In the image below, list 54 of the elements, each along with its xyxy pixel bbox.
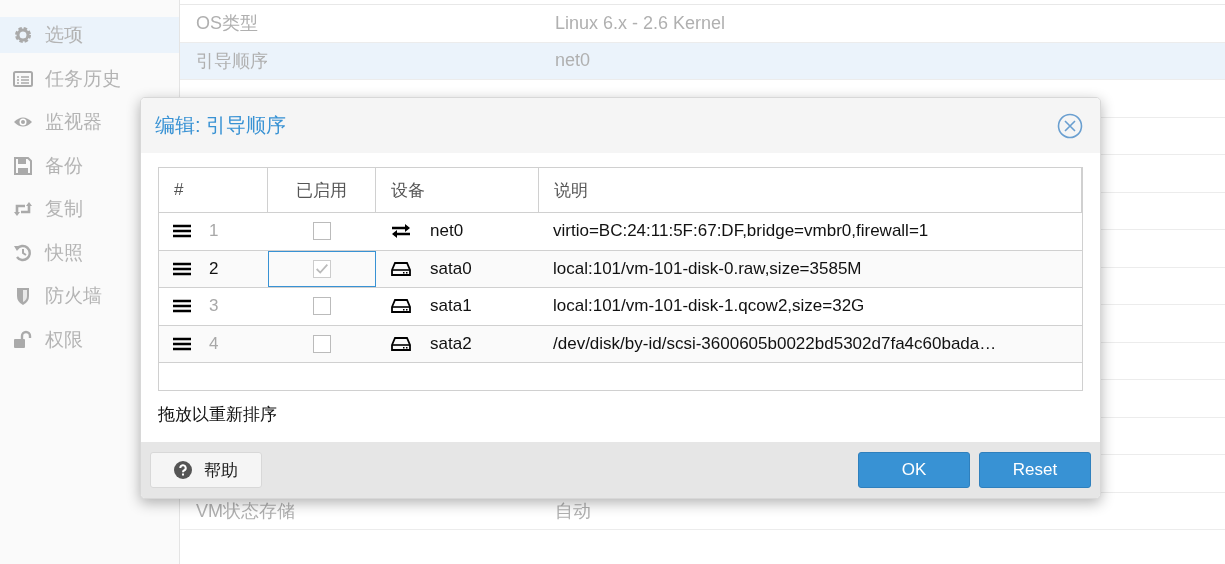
ok-button[interactable]: OK	[858, 452, 970, 488]
hard-drive-icon	[390, 298, 412, 315]
list-icon	[13, 68, 33, 89]
drag-handle-icon[interactable]	[173, 261, 191, 276]
column-header[interactable]: 已启用	[268, 168, 376, 212]
column-header[interactable]: 说明	[539, 168, 1082, 212]
dialog-title: 编辑: 引导顺序	[155, 113, 287, 138]
option-row[interactable]: 引导顺序 net0	[180, 42, 1225, 80]
enabled-cell[interactable]	[268, 250, 376, 287]
sidebar-item[interactable]: 权限	[0, 321, 179, 358]
sidebar-item[interactable]: 选项	[0, 17, 179, 53]
description-cell-text: local:101/vm-101-disk-0.raw,size=3585M	[552, 257, 863, 280]
sidebar-item[interactable]: 任务历史	[0, 60, 179, 97]
option-name: 引导顺序	[195, 49, 269, 73]
sidebar-item[interactable]: 防火墙	[0, 278, 179, 314]
question-icon	[174, 461, 192, 479]
hard-drive-icon	[390, 260, 412, 277]
hint-text: 拖放以重新排序	[158, 404, 278, 426]
device-name: sata0	[430, 258, 472, 279]
option-value: net0	[555, 50, 591, 72]
checkbox[interactable]	[313, 297, 331, 316]
order-number: 4	[209, 333, 219, 354]
exchange-icon	[390, 223, 412, 240]
option-value: 自动	[555, 499, 591, 523]
device-name: sata2	[430, 333, 472, 354]
description-cell-text: local:101/vm-101-disk-1.qcow2,size=32G	[552, 295, 866, 318]
device-name: sata1	[430, 296, 472, 317]
device-name: net0	[430, 221, 464, 242]
help-button[interactable]: 帮助	[150, 452, 262, 488]
option-row[interactable]: OS类型 Linux 6.x - 2.6 Kernel	[180, 5, 1225, 43]
drag-handle-icon[interactable]	[173, 336, 191, 351]
checkbox[interactable]	[313, 222, 331, 241]
drag-handle-icon[interactable]	[173, 299, 191, 314]
column-header[interactable]: 设备	[376, 168, 539, 212]
history-icon	[13, 242, 33, 263]
option-name: VM状态存储	[195, 499, 296, 523]
close-icon[interactable]	[1057, 112, 1083, 139]
order-number: 3	[209, 296, 219, 317]
option-value: Linux 6.x - 2.6 Kernel	[555, 12, 726, 34]
order-number: 2	[209, 258, 219, 279]
sidebar-item[interactable]: 快照	[0, 234, 179, 271]
drag-handle-icon[interactable]	[173, 224, 191, 239]
description-cell-text: virtio=BC:24:11:5F:67:DF,bridge=vmbr0,firewall=1	[552, 220, 930, 243]
gear-icon	[13, 25, 33, 45]
hard-drive-icon	[390, 335, 412, 352]
unlock-icon	[13, 329, 33, 350]
checkbox[interactable]	[313, 259, 331, 278]
checkbox[interactable]	[313, 334, 331, 353]
order-number: 1	[209, 221, 219, 242]
column-header[interactable]: #	[159, 168, 268, 212]
reset-button[interactable]: Reset	[979, 452, 1091, 488]
option-name: OS类型	[195, 12, 259, 36]
floppy-icon	[13, 155, 33, 176]
description-cell-text: /dev/disk/by-id/scsi-3600605b0022bd5302d7fa4c60bada…	[552, 332, 998, 355]
